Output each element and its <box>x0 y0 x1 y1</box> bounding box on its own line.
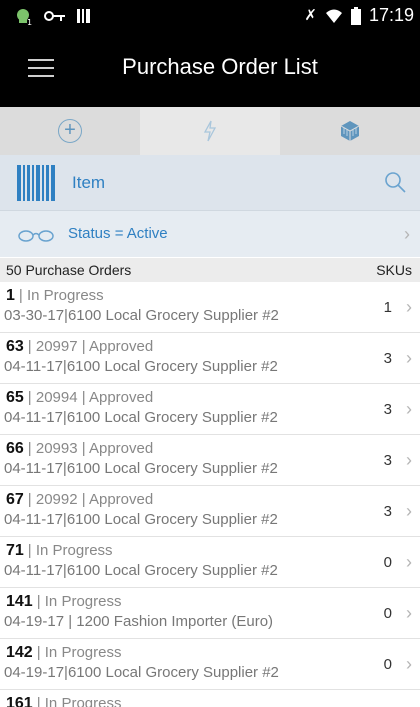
list-item[interactable]: 142 | In Progress 04-19-17|6100 Local Gro… <box>0 639 420 690</box>
sku-count: 3 <box>383 350 392 367</box>
glasses-icon <box>18 230 54 242</box>
sku-count: 3 <box>383 401 392 418</box>
order-line2: 04-19-17|6100 Local Grocery Supplier #2 <box>4 664 279 681</box>
add-circle-icon: + <box>58 119 82 143</box>
app-bar: Purchase Order List <box>0 32 420 107</box>
skus-header: SKUs <box>376 262 412 278</box>
chevron-right-icon: › <box>406 348 412 368</box>
status-left-icons: 1 <box>14 6 92 26</box>
order-id: 142 <box>6 644 33 661</box>
tab-add[interactable]: + <box>0 107 140 155</box>
key-icon <box>44 11 65 21</box>
order-id: 71 <box>6 542 24 559</box>
mute-icon: ✗ <box>304 6 317 24</box>
cube-icon <box>340 121 360 141</box>
list-header: 50 Purchase Orders SKUs <box>0 258 420 282</box>
order-id: 65 <box>6 389 24 406</box>
list-item[interactable]: 141 | In Progress 04-19-17 | 1200 Fashion… <box>0 588 420 639</box>
order-line1: 71 | In Progress <box>6 542 113 560</box>
list-item[interactable]: 66 | 20993 | Approved 04-11-17|6100 Local… <box>0 435 420 486</box>
sku-count: 0 <box>383 605 392 622</box>
list-item[interactable]: 161 | In Progress <box>0 690 420 707</box>
sku-count: 0 <box>383 656 392 673</box>
order-line1: 65 | 20994 | Approved <box>6 389 153 407</box>
item-search-row[interactable]: Item <box>0 155 420 210</box>
android-notification-icon: 1 <box>17 9 32 26</box>
status-time: 17:19 <box>368 5 414 25</box>
chevron-right-icon: › <box>406 603 412 623</box>
sku-count: 3 <box>383 452 392 469</box>
order-status: | In Progress <box>36 593 122 610</box>
chevron-right-icon: › <box>404 224 410 244</box>
chevron-right-icon: › <box>406 450 412 470</box>
sku-count: 3 <box>383 503 392 520</box>
filter-text: Status = Active <box>68 225 168 242</box>
order-status: | 20992 | Approved <box>27 491 154 508</box>
order-id: 161 <box>6 695 33 707</box>
order-line1: 161 | In Progress <box>6 695 121 707</box>
search-label: Item <box>72 173 106 192</box>
barcode-notification-icon <box>77 9 90 23</box>
page-title: Purchase Order List <box>122 54 318 79</box>
order-line1: 63 | 20997 | Approved <box>6 338 153 356</box>
order-status: | In Progress <box>27 542 113 559</box>
chevron-right-icon: › <box>406 654 412 674</box>
chevron-right-icon: › <box>406 297 412 317</box>
order-id: 66 <box>6 440 24 457</box>
list-item[interactable]: 1 | In Progress 03-30-17|6100 Local Groce… <box>0 282 420 333</box>
list-item[interactable]: 71 | In Progress 04-11-17|6100 Local Groc… <box>0 537 420 588</box>
order-line2: 04-11-17|6100 Local Grocery Supplier #2 <box>4 409 278 426</box>
order-status: | 20997 | Approved <box>27 338 154 355</box>
chevron-right-icon: › <box>406 501 412 521</box>
filter-row[interactable]: Status = Active › <box>0 210 420 257</box>
svg-text:1: 1 <box>27 18 32 26</box>
order-line2: 04-11-17|6100 Local Grocery Supplier #2 <box>4 562 278 579</box>
order-count: 50 Purchase Orders <box>6 262 132 278</box>
barcode-scan-icon[interactable] <box>17 165 55 201</box>
chevron-right-icon: › <box>406 552 412 572</box>
battery-icon <box>350 6 361 25</box>
order-id: 63 <box>6 338 24 355</box>
order-id: 67 <box>6 491 24 508</box>
order-line1: 66 | 20993 | Approved <box>6 440 153 458</box>
sku-count: 0 <box>383 554 392 571</box>
order-status: | In Progress <box>18 287 104 304</box>
status-right-icons: ✗ 17:19 <box>304 5 414 26</box>
order-id: 141 <box>6 593 33 610</box>
order-status: | 20993 | Approved <box>27 440 154 457</box>
list-item[interactable]: 65 | 20994 | Approved 04-11-17|6100 Local… <box>0 384 420 435</box>
list-item[interactable]: 67 | 20992 | Approved 04-11-17|6100 Local… <box>0 486 420 537</box>
lightning-icon <box>203 120 217 142</box>
sku-count: 1 <box>383 299 392 316</box>
order-line1: 142 | In Progress <box>6 644 121 662</box>
order-line1: 141 | In Progress <box>6 593 121 611</box>
order-id: 1 <box>6 287 15 304</box>
order-status: | 20994 | Approved <box>27 389 154 406</box>
order-line2: 04-11-17|6100 Local Grocery Supplier #2 <box>4 460 278 477</box>
tab-bar: + <box>0 107 420 155</box>
chevron-right-icon: › <box>406 399 412 419</box>
list-item[interactable]: 63 | 20997 | Approved 04-11-17|6100 Local… <box>0 333 420 384</box>
order-line1: 1 | In Progress <box>6 287 104 305</box>
order-line2: 04-19-17 | 1200 Fashion Importer (Euro) <box>4 613 274 630</box>
order-line2: 04-11-17|6100 Local Grocery Supplier #2 <box>4 358 278 375</box>
order-line2: 04-11-17|6100 Local Grocery Supplier #2 <box>4 511 278 528</box>
order-status: | In Progress <box>36 644 122 661</box>
wifi-icon <box>325 9 342 23</box>
status-bar: 1 ✗ 17:19 <box>0 0 420 32</box>
search-icon[interactable] <box>384 171 406 193</box>
order-line2: 03-30-17|6100 Local Grocery Supplier #2 <box>4 307 279 324</box>
order-line1: 67 | 20992 | Approved <box>6 491 153 509</box>
tab-cube[interactable] <box>280 107 420 155</box>
order-status: | In Progress <box>36 695 122 707</box>
purchase-order-list: 1 | In Progress 03-30-17|6100 Local Groce… <box>0 282 420 707</box>
tab-actions[interactable] <box>140 107 280 155</box>
